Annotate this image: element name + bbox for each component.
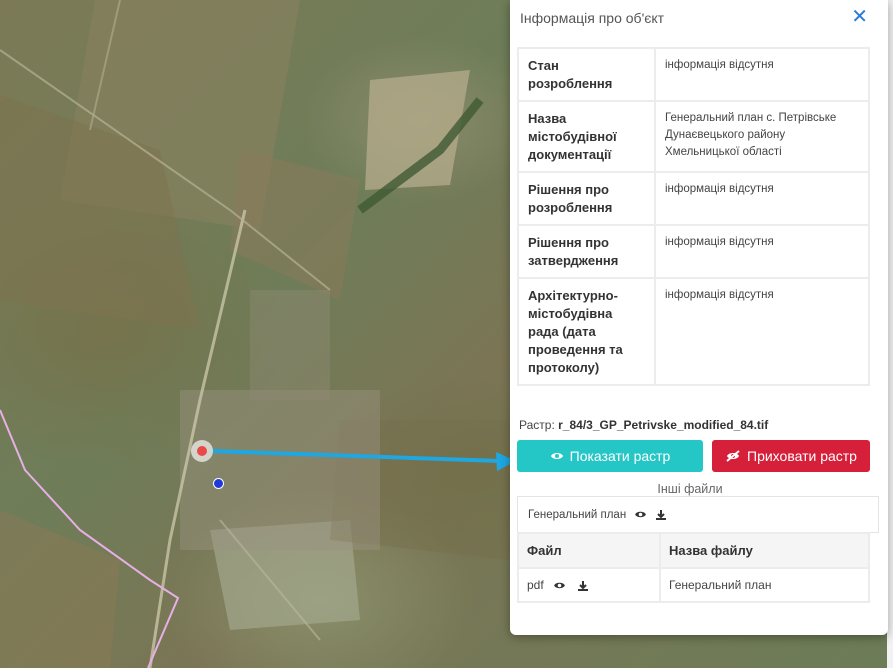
file-type-cell: pdf (517, 567, 661, 603)
location-marker[interactable] (191, 440, 213, 462)
column-header-filename: Назва файлу (659, 532, 870, 569)
general-plan-row: Генеральний план (517, 496, 879, 533)
general-plan-label: Генеральний план (528, 508, 627, 521)
file-name: Генеральний план (659, 567, 870, 603)
other-files-title: Інші файли (657, 482, 723, 496)
raster-filename: r_84/3_GP_Petrivske_modified_84.tif (558, 418, 769, 432)
eye-slash-icon (726, 450, 740, 462)
property-value: інформація відсутня (654, 277, 870, 386)
hide-raster-label: Приховати растр (747, 448, 857, 464)
table-row: Архітектурно-містобудівна рада (дата про… (517, 277, 870, 386)
property-value: інформація відсутня (654, 224, 870, 279)
table-row: Стан розроблення інформація відсутня (517, 47, 870, 102)
show-raster-label: Показати растр (569, 448, 671, 464)
hide-raster-button[interactable]: Приховати растр (712, 440, 870, 472)
close-icon[interactable]: ✕ (851, 7, 868, 27)
map-point[interactable] (213, 478, 224, 489)
property-value: інформація відсутня (654, 171, 870, 226)
table-row: pdf Генеральний план (517, 567, 870, 603)
file-type: pdf (527, 578, 544, 592)
files-header-row: Файл Назва файлу (517, 532, 870, 569)
property-label: Стан розроблення (517, 47, 656, 102)
property-label: Рішення про розроблення (517, 171, 656, 226)
table-row: Рішення про розроблення інформація відсу… (517, 171, 870, 226)
properties-table: Стан розроблення інформація відсутня Наз… (517, 47, 870, 386)
download-icon[interactable] (577, 580, 589, 592)
download-icon[interactable] (655, 509, 667, 521)
table-row: Рішення про затвердження інформація відс… (517, 224, 870, 279)
column-header-file: Файл (517, 532, 661, 569)
raster-prefix: Растр: (519, 418, 555, 432)
panel-title: Інформація про об'єкт (520, 10, 665, 26)
object-info-panel: Інформація про об'єкт ✕ Стан розроблення… (510, 0, 888, 635)
raster-info: Растр: r_84/3_GP_Petrivske_modified_84.t… (519, 418, 768, 432)
property-label: Рішення про затвердження (517, 224, 656, 279)
files-table: Файл Назва файлу pdf Генеральний план (517, 532, 870, 603)
view-icon[interactable] (553, 581, 566, 590)
view-icon[interactable] (634, 510, 647, 519)
table-row: Назва містобудівної документації Генерал… (517, 100, 870, 173)
property-value: інформація відсутня (654, 47, 870, 102)
show-raster-button[interactable]: Показати растр (517, 440, 703, 472)
property-label: Архітектурно-містобудівна рада (дата про… (517, 277, 656, 386)
property-value: Генеральний план с. Петрівське Дунаєвець… (654, 100, 870, 173)
property-label: Назва містобудівної документації (517, 100, 656, 173)
eye-icon (550, 453, 563, 459)
